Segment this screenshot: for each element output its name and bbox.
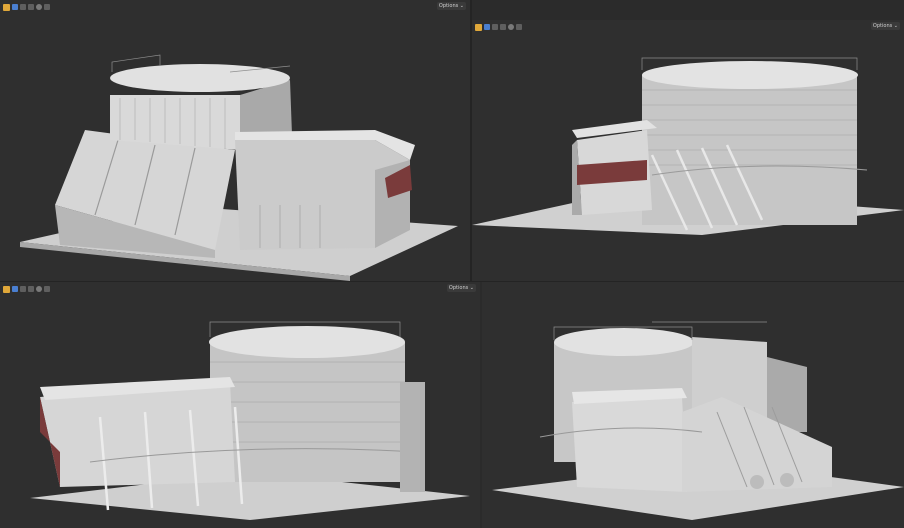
shading-icon[interactable] (500, 24, 506, 30)
mode-icon[interactable] (475, 23, 482, 31)
options-button[interactable]: Options ⌄ (870, 22, 900, 30)
viewport-top-right[interactable]: Options ⌄ (472, 20, 904, 282)
shading-icon[interactable] (28, 4, 34, 10)
viewport-header (0, 0, 470, 14)
gizmo-icon[interactable] (516, 24, 522, 30)
building-render (472, 57, 904, 235)
building-render (20, 54, 458, 281)
viewport-bottom-left[interactable]: Options ⌄ (0, 282, 480, 528)
overlay-icon[interactable] (36, 4, 42, 10)
mode-icon[interactable] (3, 285, 10, 293)
viewport-divider-horizontal[interactable] (0, 281, 904, 282)
viewport-header (472, 20, 904, 34)
sphere-icon[interactable] (20, 286, 26, 292)
overlay-icon[interactable] (508, 24, 514, 30)
mode-icon[interactable] (3, 3, 10, 11)
select-icon[interactable] (484, 24, 490, 30)
viewport-header (0, 282, 480, 296)
sphere-icon[interactable] (492, 24, 498, 30)
select-icon[interactable] (12, 286, 18, 292)
gizmo-icon[interactable] (44, 286, 50, 292)
building-render (30, 321, 470, 520)
select-icon[interactable] (12, 4, 18, 10)
sphere-icon[interactable] (20, 4, 26, 10)
shading-icon[interactable] (28, 286, 34, 292)
viewport-bottom-right[interactable] (482, 282, 904, 528)
building-render (492, 321, 904, 520)
options-button[interactable]: Options ⌄ (446, 284, 476, 292)
overlay-icon[interactable] (36, 286, 42, 292)
viewport-divider-vertical[interactable] (470, 0, 472, 282)
options-button[interactable]: Options ⌄ (436, 2, 466, 10)
gizmo-icon[interactable] (44, 4, 50, 10)
viewport-top-left[interactable]: Options ⌄ (0, 0, 470, 282)
